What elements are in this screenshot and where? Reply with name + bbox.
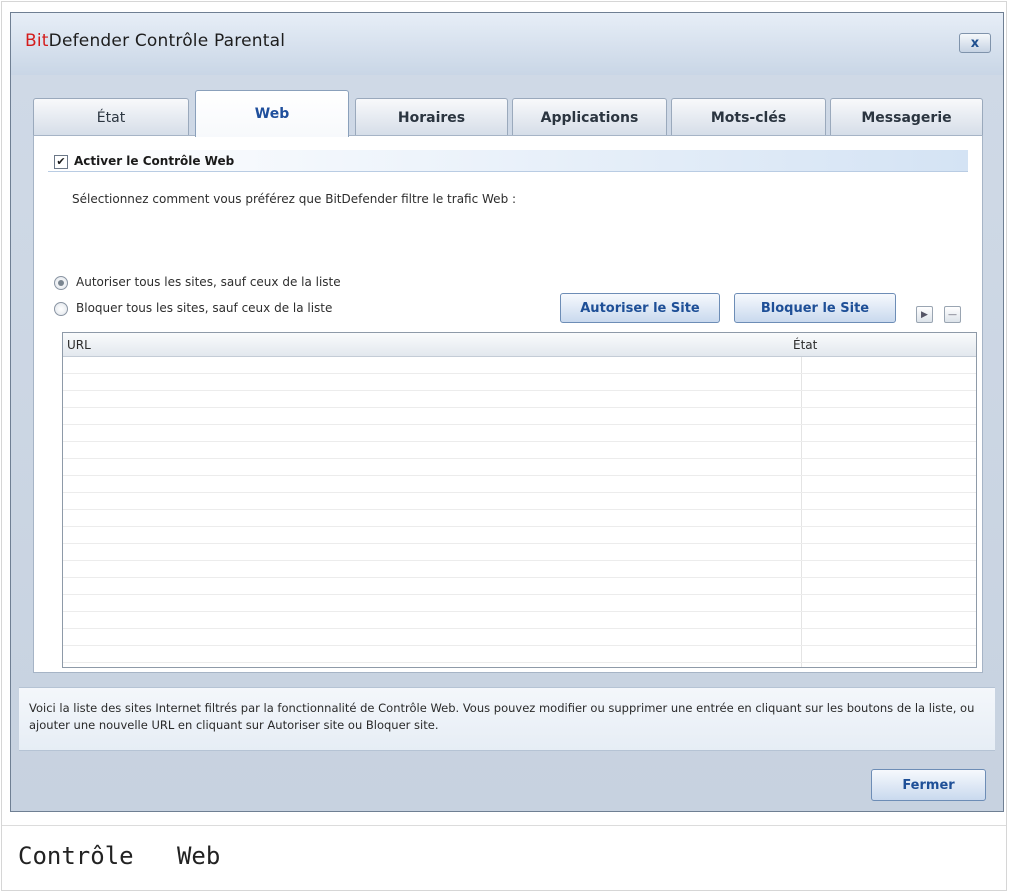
table-row[interactable] xyxy=(63,561,976,578)
column-header-etat[interactable]: État xyxy=(793,338,817,352)
radio-allow-all-label[interactable]: Autoriser tous les sites, sauf ceux de l… xyxy=(76,275,341,289)
radio-block-all-label[interactable]: Bloquer tous les sites, sauf ceux de la … xyxy=(76,301,332,315)
table-row[interactable] xyxy=(63,391,976,408)
table-row[interactable] xyxy=(63,646,976,663)
table-row[interactable] xyxy=(63,544,976,561)
radio-allow-all[interactable] xyxy=(54,276,68,290)
info-box: Voici la liste des sites Internet filtré… xyxy=(19,687,995,751)
table-row[interactable] xyxy=(63,493,976,510)
title-brand: Bit xyxy=(25,31,49,51)
table-row[interactable] xyxy=(63,476,976,493)
column-header-url[interactable]: URL xyxy=(67,338,91,352)
table-row[interactable] xyxy=(63,442,976,459)
window-close-button[interactable]: x xyxy=(959,33,991,53)
table-row[interactable] xyxy=(63,510,976,527)
table-row[interactable] xyxy=(63,527,976,544)
web-panel: ✔ Activer le Contrôle Web Sélectionnez c… xyxy=(33,135,983,673)
allow-site-button[interactable]: Autoriser le Site xyxy=(560,293,720,323)
url-table: URL État xyxy=(62,332,977,668)
info-text: Voici la liste des sites Internet filtré… xyxy=(29,701,975,732)
tab-etat[interactable]: État xyxy=(33,98,189,136)
table-row[interactable] xyxy=(63,408,976,425)
radio-block-all[interactable] xyxy=(54,302,68,316)
filter-description: Sélectionnez comment vous préférez que B… xyxy=(72,192,517,206)
bitdefender-window: BitDefender Contrôle Parental x État Web… xyxy=(10,12,1004,812)
title-bar: BitDefender Contrôle Parental x xyxy=(11,13,1003,75)
close-icon: x xyxy=(970,35,980,51)
table-row[interactable] xyxy=(63,595,976,612)
tab-messagerie[interactable]: Messagerie xyxy=(830,98,983,136)
table-row[interactable] xyxy=(63,578,976,595)
tab-web[interactable]: Web xyxy=(195,90,349,137)
window-title: BitDefender Contrôle Parental xyxy=(25,31,285,51)
tab-applications[interactable]: Applications xyxy=(512,98,667,136)
tab-horaires[interactable]: Horaires xyxy=(355,98,508,136)
enable-web-control-label: Activer le Contrôle Web xyxy=(74,154,235,168)
figure-caption: Contrôle Web xyxy=(18,842,221,870)
tab-mots-cles[interactable]: Mots-clés xyxy=(671,98,826,136)
table-row[interactable] xyxy=(63,425,976,442)
table-row[interactable] xyxy=(63,357,976,374)
block-site-button[interactable]: Bloquer le Site xyxy=(734,293,896,323)
tab-bar: État Web Horaires Applications Mots-clés… xyxy=(33,90,983,137)
play-small-icon[interactable]: ▶ xyxy=(916,306,933,323)
enable-web-control-checkbox[interactable]: ✔ xyxy=(54,155,68,169)
caption-divider xyxy=(2,825,1006,826)
table-row[interactable] xyxy=(63,374,976,391)
table-row[interactable] xyxy=(63,459,976,476)
table-row[interactable] xyxy=(63,612,976,629)
table-header: URL État xyxy=(63,333,976,357)
title-text: Defender Contrôle Parental xyxy=(48,31,286,51)
close-button[interactable]: Fermer xyxy=(871,769,986,801)
table-row[interactable] xyxy=(63,629,976,646)
minus-icon[interactable]: — xyxy=(944,306,961,323)
